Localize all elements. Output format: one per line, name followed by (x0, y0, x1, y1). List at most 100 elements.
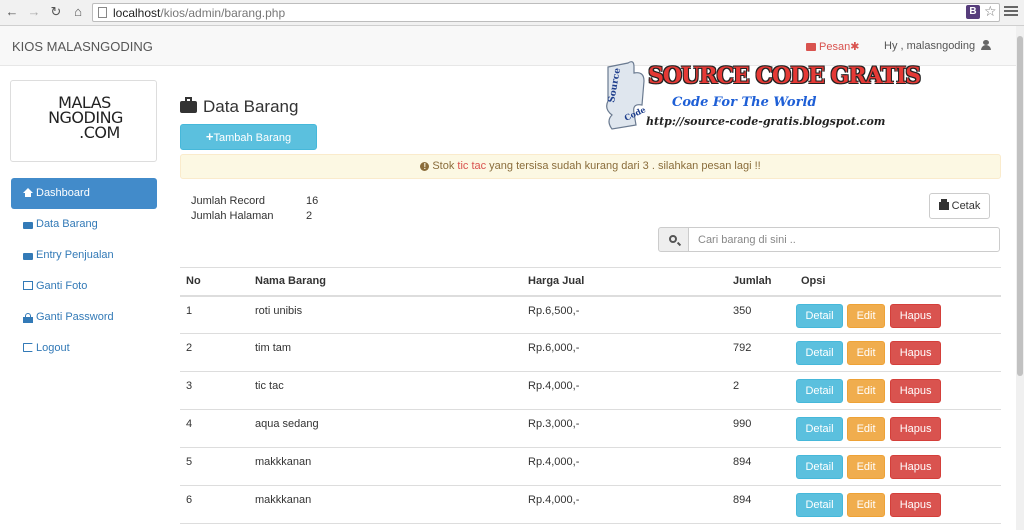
cell-jumlah: 990 (727, 409, 795, 448)
table-row: 5 makkkanan Rp.4,000,- 894 Detail Edit H… (180, 447, 1001, 486)
delete-button[interactable]: Hapus (890, 303, 942, 328)
page-scrollbar[interactable] (1016, 26, 1024, 530)
cell-no: 6 (180, 485, 249, 524)
detail-button[interactable]: Detail (796, 493, 843, 517)
pesan-link[interactable]: Pesan✱ (806, 40, 859, 53)
cell-nama: makkkanan (249, 485, 522, 524)
forward-arrow-icon[interactable]: → (26, 4, 42, 20)
table-row: 6 makkkanan Rp.4,000,- 894 Detail Edit H… (180, 485, 1001, 524)
sidebar-item-ganti-password[interactable]: Ganti Password (11, 302, 157, 333)
print-button[interactable]: Cetak (929, 193, 990, 219)
address-bar[interactable]: localhost/kios/admin/barang.php (92, 3, 1000, 22)
sidebar-item-label: Ganti Password (36, 311, 114, 323)
briefcase-icon (23, 222, 33, 229)
sidebar-item-entry-penjualan[interactable]: Entry Penjualan (11, 240, 157, 271)
watermark-url: http://source-code-gratis.blogspot.com (646, 115, 886, 128)
record-count-label: Jumlah Record (191, 195, 265, 207)
info-icon: ! (420, 162, 430, 171)
cell-opsi: Detail Edit Hapus (795, 485, 1001, 524)
sidebar-item-dashboard[interactable]: Dashboard (11, 178, 157, 209)
cell-opsi: Detail Edit Hapus (795, 333, 1001, 372)
cell-harga: Rp.6,500,- (522, 295, 727, 334)
picture-icon (23, 281, 33, 290)
reload-icon[interactable]: ↻ (48, 4, 64, 20)
delete-button[interactable]: Hapus (890, 455, 942, 479)
search-icon (669, 235, 677, 243)
cell-jumlah: 2 (727, 371, 795, 410)
home-icon[interactable]: ⌂ (70, 4, 86, 20)
alert-item-name: tic tac (457, 160, 487, 172)
cell-harga: Rp.6,000,- (522, 333, 727, 372)
edit-button[interactable]: Edit (847, 341, 886, 365)
url-text: localhost/kios/admin/barang.php (113, 6, 286, 20)
logout-icon (23, 343, 33, 352)
header-nama-barang: Nama Barang (249, 267, 522, 297)
table-row: 3 tic tac Rp.4,000,- 2 Detail Edit Hapus (180, 371, 1001, 410)
header-opsi: Opsi (795, 267, 1001, 297)
delete-button[interactable]: Hapus (890, 341, 942, 365)
delete-button[interactable]: Hapus (890, 417, 942, 441)
sidebar-item-label: Dashboard (36, 187, 90, 199)
sidebar-item-data-barang[interactable]: Data Barang (11, 209, 157, 240)
delete-button[interactable]: Hapus (890, 493, 942, 517)
detail-button[interactable]: Detail (796, 417, 843, 441)
header-harga-jual: Harga Jual (522, 267, 727, 297)
header-no: No (180, 267, 249, 297)
add-item-button[interactable]: +Tambah Barang (180, 124, 317, 150)
cell-no: 4 (180, 409, 249, 448)
page-icon (98, 7, 107, 18)
detail-button[interactable]: Detail (796, 303, 843, 328)
page-count-label: Jumlah Halaman (191, 210, 274, 222)
edit-button[interactable]: Edit (847, 455, 886, 479)
bootstrap-extension-icon[interactable]: B (966, 5, 980, 19)
cell-nama: roti unibis (249, 295, 522, 334)
cell-nama: tim tam (249, 333, 522, 372)
detail-button[interactable]: Detail (796, 379, 843, 403)
sidebar-item-label: Logout (36, 342, 70, 354)
puzzle-logo-icon: Source Code (606, 61, 647, 130)
sidebar-nav: Dashboard Data Barang Entry Penjualan Ga… (11, 178, 157, 364)
user-menu[interactable]: Hy , malasngoding (884, 40, 992, 52)
navbar: KIOS MALASNGODING Pesan✱ Hy , malasngodi… (0, 26, 1024, 66)
detail-button[interactable]: Detail (796, 455, 843, 479)
sidebar-item-ganti-foto[interactable]: Ganti Foto (11, 271, 157, 302)
edit-button[interactable]: Edit (847, 417, 886, 441)
cell-harga: Rp.3,000,- (522, 409, 727, 448)
sidebar-item-label: Ganti Foto (36, 280, 88, 292)
search-addon (658, 227, 689, 252)
brand-link[interactable]: KIOS MALASNGODING (12, 39, 153, 54)
items-table: No Nama Barang Harga Jual Jumlah Opsi 1 … (180, 267, 1001, 524)
header-jumlah: Jumlah (727, 267, 795, 297)
cell-opsi: Detail Edit Hapus (795, 371, 1001, 410)
page-title: Data Barang (180, 97, 298, 117)
bookmark-star-icon[interactable]: ☆ (984, 3, 997, 20)
cell-nama: tic tac (249, 371, 522, 410)
edit-button[interactable]: Edit (847, 379, 886, 403)
cell-harga: Rp.4,000,- (522, 485, 727, 524)
cell-opsi: Detail Edit Hapus (795, 409, 1001, 448)
briefcase-icon (180, 97, 197, 113)
edit-button[interactable]: Edit (847, 493, 886, 517)
delete-button[interactable]: Hapus (890, 379, 942, 403)
briefcase-icon (23, 253, 33, 260)
table-row: 2 tim tam Rp.6,000,- 792 Detail Edit Hap… (180, 333, 1001, 372)
browser-menu-icon[interactable] (1004, 4, 1018, 18)
pesan-badge-icon: ✱ (850, 41, 860, 53)
scrollbar-thumb[interactable] (1017, 36, 1023, 376)
alert-suffix: yang tersisa sudah kurang dari 3 . silah… (486, 160, 761, 172)
search-input[interactable] (688, 227, 1000, 252)
page-count-value: 2 (306, 210, 313, 222)
detail-button[interactable]: Detail (796, 341, 843, 365)
cell-no: 5 (180, 447, 249, 486)
cell-opsi: Detail Edit Hapus (795, 295, 1001, 334)
back-arrow-icon[interactable]: ← (4, 4, 20, 20)
cell-no: 3 (180, 371, 249, 410)
sidebar-item-logout[interactable]: Logout (11, 333, 157, 364)
cell-opsi: Detail Edit Hapus (795, 447, 1001, 486)
sidebar-item-label: Entry Penjualan (36, 249, 114, 261)
source-code-gratis-watermark: Source Code SOURCE CODE GRATIS Code For … (604, 57, 921, 135)
edit-button[interactable]: Edit (847, 303, 886, 328)
low-stock-alert: ! Stok tic tac yang tersisa sudah kurang … (180, 154, 1001, 179)
cell-jumlah: 894 (727, 447, 795, 486)
record-count-value: 16 (306, 195, 319, 207)
